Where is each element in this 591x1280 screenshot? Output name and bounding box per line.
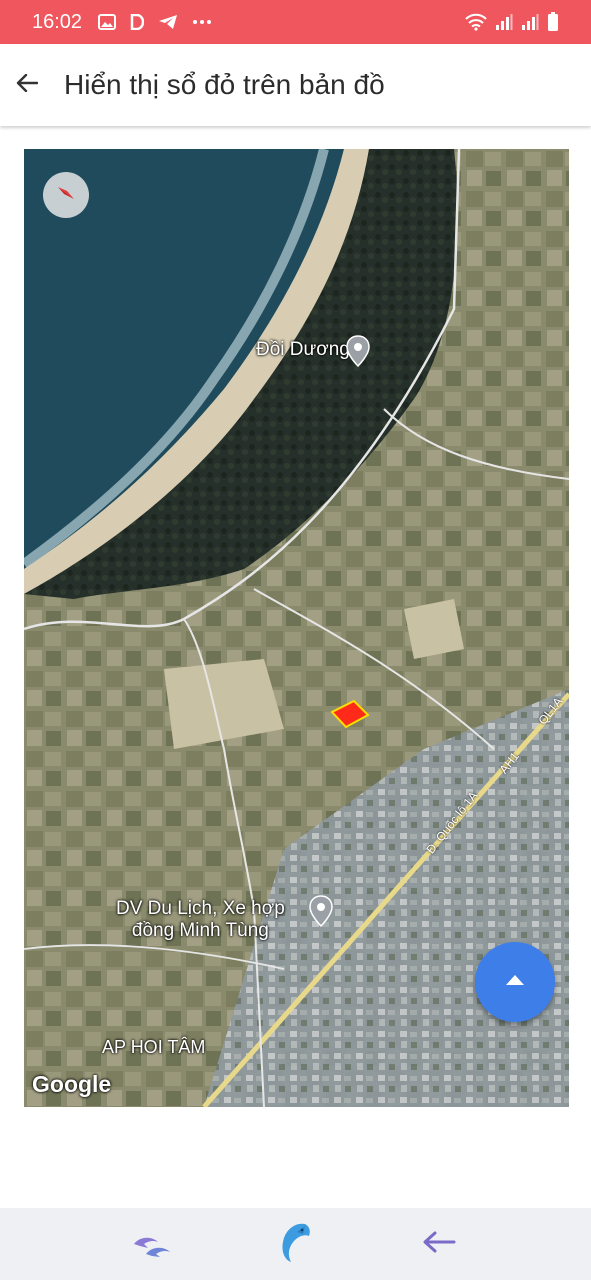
nav-dolphin-button[interactable] (260, 1214, 330, 1274)
map-label-place-3: AP HOI TÂM (102, 1037, 206, 1057)
compass-button[interactable] (43, 172, 89, 218)
signal-icon (495, 13, 513, 31)
scroll-up-button[interactable] (475, 942, 555, 1022)
arrow-left-icon (422, 1231, 456, 1258)
arrow-left-icon (16, 73, 39, 97)
satellite-map[interactable]: Đồi Dương DV Du Lịch, Xe hợp đồng Minh T… (24, 149, 569, 1107)
caret-up-icon (505, 973, 525, 991)
status-icons-right (465, 12, 559, 32)
nav-back-button[interactable] (404, 1214, 474, 1274)
compass-icon (54, 181, 78, 210)
status-icons-left (98, 14, 212, 30)
nav-dolphins-button[interactable] (117, 1214, 187, 1274)
page-title: Hiển thị sổ đỏ trên bản đồ (64, 69, 385, 100)
dolphins-icon (130, 1226, 174, 1263)
status-time: 16:02 (32, 10, 83, 33)
signal-icon (521, 13, 539, 31)
dolphin-icon (275, 1220, 315, 1269)
back-button[interactable] (2, 60, 52, 110)
map-label-place-1: Đồi Dương (256, 339, 350, 360)
battery-icon (547, 12, 559, 32)
more-dots-icon (192, 19, 212, 25)
wifi-icon (465, 13, 487, 31)
bottom-navigation (0, 1208, 591, 1280)
map-label-place-2: DV Du Lịch, Xe hợp đồng Minh Tùng (116, 898, 285, 941)
app-bar: Hiển thị sổ đỏ trên bản đồ (0, 44, 591, 126)
image-icon (98, 14, 117, 30)
place-pin-icon[interactable] (309, 895, 333, 932)
status-bar: 16:02 (0, 0, 591, 44)
telegram-icon (158, 14, 178, 30)
google-logo: Google (32, 1071, 112, 1097)
place-pin-icon[interactable] (346, 335, 370, 372)
d-app-icon (130, 14, 145, 30)
